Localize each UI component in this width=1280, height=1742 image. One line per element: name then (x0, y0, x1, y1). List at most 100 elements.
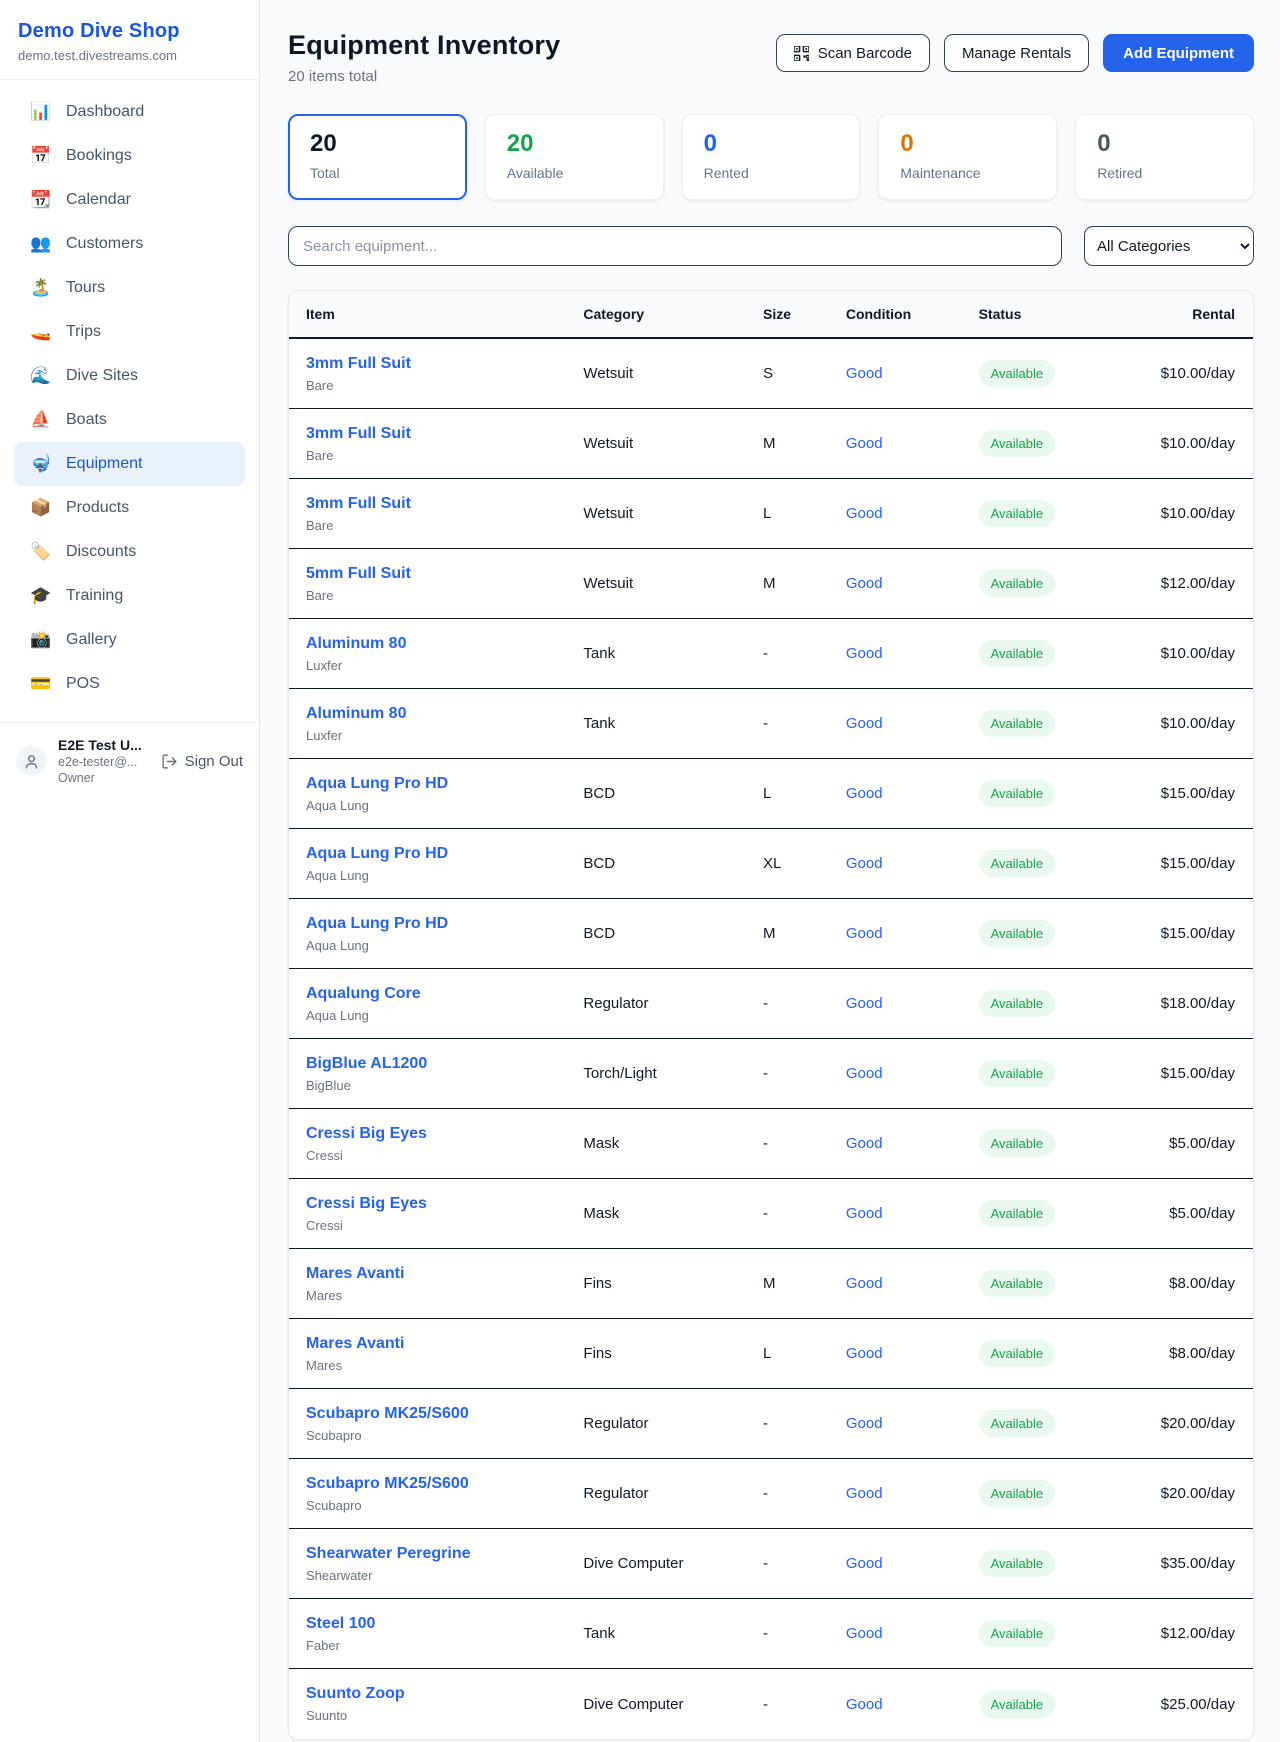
item-brand: Aqua Lung (306, 938, 583, 953)
item-name-link[interactable]: Scubapro MK25/S600 (306, 1405, 583, 1423)
item-name-link[interactable]: 3mm Full Suit (306, 495, 583, 513)
item-name-link[interactable]: Aqualung Core (306, 985, 583, 1003)
item-name-link[interactable]: Steel 100 (306, 1615, 583, 1633)
item-brand: Luxfer (306, 658, 583, 673)
calendar-icon: 📆 (30, 190, 52, 210)
item-condition-link[interactable]: Good (846, 365, 979, 382)
sign-out-button[interactable]: Sign Out (161, 753, 243, 770)
stat-card-available[interactable]: 20Available (485, 114, 664, 200)
item-name-link[interactable]: Cressi Big Eyes (306, 1125, 583, 1143)
manage-rentals-button[interactable]: Manage Rentals (944, 34, 1089, 72)
item-condition-link[interactable]: Good (846, 1485, 979, 1502)
item-condition-link[interactable]: Good (846, 855, 979, 872)
item-condition-link[interactable]: Good (846, 1205, 979, 1222)
stat-card-total[interactable]: 20Total (288, 114, 467, 200)
discounts-icon: 🏷️ (30, 542, 52, 562)
items-total-count: 20 items total (288, 68, 560, 85)
item-name-link[interactable]: 3mm Full Suit (306, 425, 583, 443)
item-condition-link[interactable]: Good (846, 645, 979, 662)
item-condition-link[interactable]: Good (846, 995, 979, 1012)
customers-icon: 👥 (30, 234, 52, 254)
item-condition-link[interactable]: Good (846, 715, 979, 732)
status-badge: Available (979, 780, 1056, 807)
sidebar-item-dashboard[interactable]: 📊Dashboard (14, 90, 245, 134)
item-condition-link[interactable]: Good (846, 1135, 979, 1152)
item-name-link[interactable]: BigBlue AL1200 (306, 1055, 583, 1073)
status-badge: Available (979, 1410, 1056, 1437)
sidebar-item-equipment[interactable]: 🤿Equipment (14, 442, 245, 486)
sidebar-item-gallery[interactable]: 📸Gallery (14, 618, 245, 662)
item-condition-link[interactable]: Good (846, 785, 979, 802)
trips-icon: 🚤 (30, 322, 52, 342)
item-condition-link[interactable]: Good (846, 1415, 979, 1432)
item-name-link[interactable]: Aqua Lung Pro HD (306, 775, 583, 793)
status-badge: Available (979, 570, 1056, 597)
tours-icon: 🏝️ (30, 278, 52, 298)
item-brand: Scubapro (306, 1428, 583, 1443)
item-condition-link[interactable]: Good (846, 1345, 979, 1362)
item-rental-price: $15.00/day (1128, 1065, 1253, 1082)
sidebar-item-pos[interactable]: 💳POS (14, 662, 245, 706)
sidebar-item-training[interactable]: 🎓Training (14, 574, 245, 618)
item-category: Wetsuit (583, 365, 763, 382)
stat-card-rented[interactable]: 0Rented (682, 114, 861, 200)
item-name-link[interactable]: Mares Avanti (306, 1335, 583, 1353)
training-icon: 🎓 (30, 586, 52, 606)
item-category: Dive Computer (583, 1696, 763, 1713)
item-name-link[interactable]: 3mm Full Suit (306, 355, 583, 373)
item-condition-link[interactable]: Good (846, 1275, 979, 1292)
sidebar-item-customers[interactable]: 👥Customers (14, 222, 245, 266)
item-name-link[interactable]: Aqua Lung Pro HD (306, 845, 583, 863)
sidebar-item-tours[interactable]: 🏝️Tours (14, 266, 245, 310)
item-name-link[interactable]: Aluminum 80 (306, 635, 583, 653)
stat-label: Retired (1097, 165, 1232, 181)
item-condition-link[interactable]: Good (846, 1696, 979, 1713)
stat-card-maintenance[interactable]: 0Maintenance (878, 114, 1057, 200)
table-row: Aqualung CoreAqua LungRegulator-GoodAvai… (289, 969, 1253, 1039)
stat-value: 0 (900, 130, 1035, 158)
sidebar-item-discounts[interactable]: 🏷️Discounts (14, 530, 245, 574)
item-brand: Suunto (306, 1708, 583, 1723)
sidebar-item-trips[interactable]: 🚤 Trips (14, 310, 245, 354)
item-condition-link[interactable]: Good (846, 505, 979, 522)
search-input[interactable] (288, 226, 1062, 266)
sidebar-item-dive-sites[interactable]: 🌊Dive Sites (14, 354, 245, 398)
item-condition-link[interactable]: Good (846, 1555, 979, 1572)
item-condition-link[interactable]: Good (846, 435, 979, 452)
item-name-link[interactable]: Cressi Big Eyes (306, 1195, 583, 1213)
item-name-link[interactable]: Suunto Zoop (306, 1685, 583, 1703)
sidebar-item-boats[interactable]: ⛵Boats (14, 398, 245, 442)
item-category: Fins (583, 1345, 763, 1362)
add-equipment-button[interactable]: Add Equipment (1103, 34, 1254, 72)
category-filter-select[interactable]: All Categories (1084, 226, 1254, 266)
item-name-link[interactable]: Mares Avanti (306, 1265, 583, 1283)
scan-barcode-button[interactable]: Scan Barcode (776, 34, 930, 72)
item-category: Dive Computer (583, 1555, 763, 1572)
sidebar-item-products[interactable]: 📦Products (14, 486, 245, 530)
item-size: M (763, 925, 846, 942)
item-name-link[interactable]: Aluminum 80 (306, 705, 583, 723)
table-row: 3mm Full SuitBareWetsuitLGoodAvailable$1… (289, 479, 1253, 549)
item-condition-link[interactable]: Good (846, 925, 979, 942)
sidebar-item-label: Gallery (66, 631, 117, 649)
item-rental-price: $8.00/day (1128, 1275, 1253, 1292)
user-name: E2E Test U... (58, 737, 149, 753)
item-name-link[interactable]: 5mm Full Suit (306, 565, 583, 583)
item-category: Torch/Light (583, 1065, 763, 1082)
pos-icon: 💳 (30, 674, 52, 694)
sidebar-item-label: Trips (66, 323, 101, 341)
item-rental-price: $10.00/day (1128, 505, 1253, 522)
item-name-link[interactable]: Aqua Lung Pro HD (306, 915, 583, 933)
item-name-link[interactable]: Shearwater Peregrine (306, 1545, 583, 1563)
item-category: BCD (583, 925, 763, 942)
stat-card-retired[interactable]: 0Retired (1075, 114, 1254, 200)
item-condition-link[interactable]: Good (846, 1065, 979, 1082)
item-name-link[interactable]: Scubapro MK25/S600 (306, 1475, 583, 1493)
sidebar-item-bookings[interactable]: 📅Bookings (14, 134, 245, 178)
item-condition-link[interactable]: Good (846, 1625, 979, 1642)
item-category: Mask (583, 1205, 763, 1222)
item-condition-link[interactable]: Good (846, 575, 979, 592)
brand-name[interactable]: Demo Dive Shop (18, 20, 241, 43)
item-brand: Scubapro (306, 1498, 583, 1513)
sidebar-item-calendar[interactable]: 📆Calendar (14, 178, 245, 222)
